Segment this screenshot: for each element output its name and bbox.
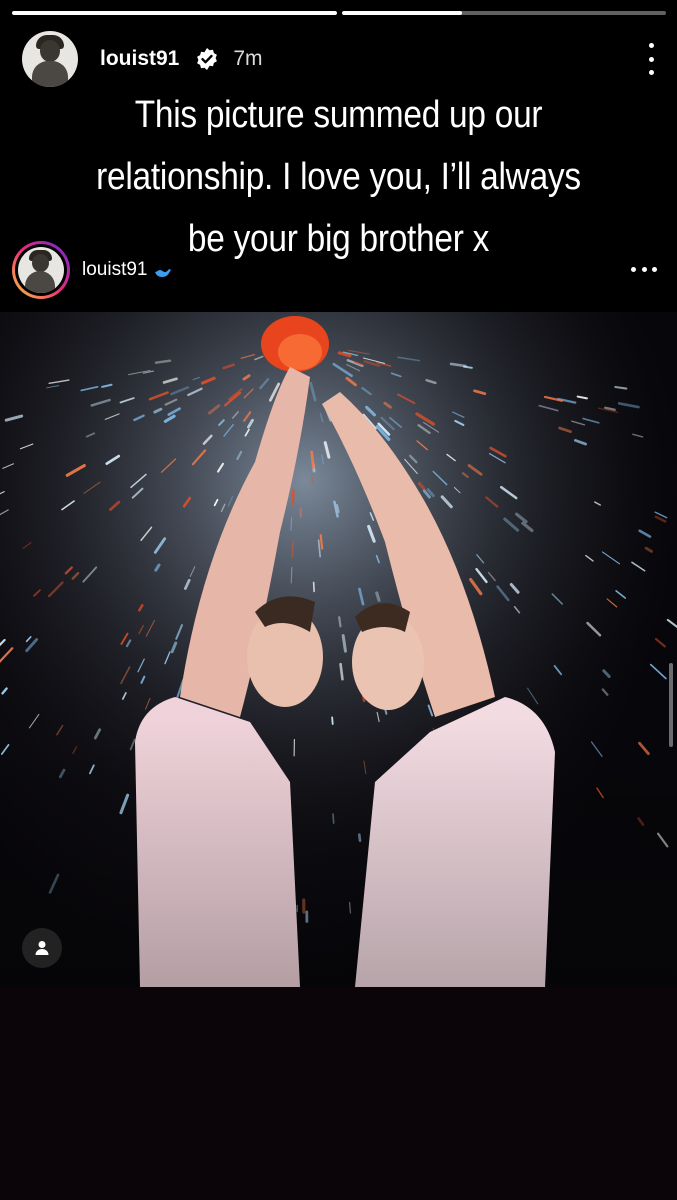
story-bottom-area (0, 987, 677, 1200)
more-options-icon[interactable] (647, 43, 655, 75)
progress-segment-1 (12, 11, 337, 15)
person-icon (35, 941, 49, 955)
post-avatar-ring[interactable] (12, 241, 70, 299)
post-avatar (18, 247, 64, 293)
story-timestamp: 7m (233, 47, 263, 70)
tagged-people-button[interactable] (22, 928, 62, 968)
verified-badge-icon (197, 48, 218, 70)
post-username[interactable]: louist91 (82, 259, 148, 281)
shared-post-photo[interactable] (0, 312, 677, 987)
scrollbar-thumb[interactable] (669, 663, 673, 747)
shared-post-header: louist91 (12, 240, 657, 300)
story-username[interactable]: louist91 (100, 47, 179, 71)
story-progress-bar (12, 11, 666, 15)
progress-segment-2 (341, 11, 666, 15)
photo-shading-overlay (0, 312, 677, 987)
story-header: louist91 7m (22, 30, 655, 88)
post-more-options-icon[interactable] (631, 267, 657, 273)
story-avatar[interactable] (22, 31, 78, 87)
bird-icon (154, 269, 171, 277)
